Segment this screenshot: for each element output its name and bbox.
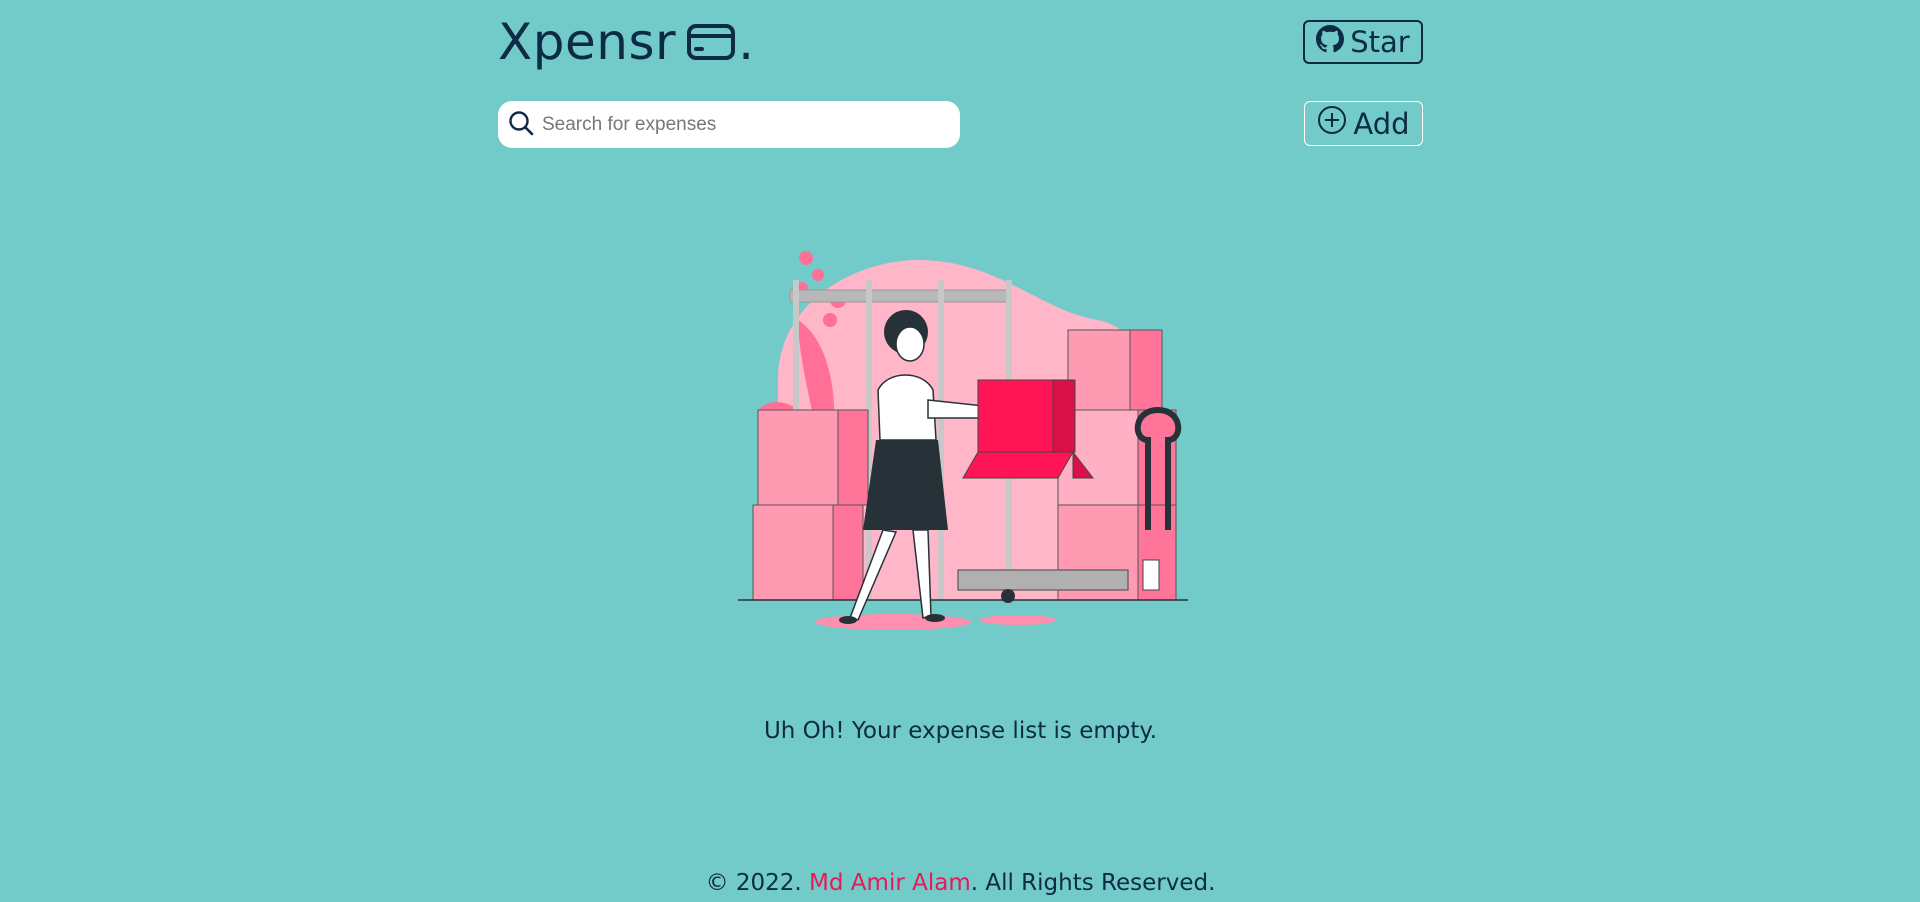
github-star-button[interactable]: Star bbox=[1303, 20, 1423, 64]
empty-state-message: Uh Oh! Your expense list is empty. bbox=[763, 718, 1158, 744]
footer-prefix: © 2022. bbox=[705, 870, 810, 896]
plus-circle-icon bbox=[1317, 105, 1347, 142]
search-icon bbox=[508, 110, 534, 140]
star-label: Star bbox=[1350, 25, 1410, 59]
author-link[interactable]: Md Amir Alam bbox=[809, 870, 971, 896]
logo-dot: . bbox=[738, 13, 755, 71]
app-logo: Xpensr . bbox=[498, 12, 754, 72]
logo-text: Xpensr bbox=[498, 13, 677, 71]
search-bar[interactable] bbox=[498, 101, 960, 148]
app-container: Xpensr . Star Search for expenses Add Uh… bbox=[498, 0, 1423, 902]
woman-carrying-box-illustration bbox=[738, 240, 1198, 640]
add-label: Add bbox=[1353, 106, 1410, 141]
credit-card-icon bbox=[686, 23, 736, 61]
github-icon bbox=[1316, 24, 1345, 60]
footer-suffix: . All Rights Reserved. bbox=[970, 870, 1216, 896]
search-input[interactable] bbox=[542, 113, 942, 136]
footer: © 2022. Md Amir Alam. All Rights Reserve… bbox=[498, 870, 1423, 896]
add-expense-button[interactable]: Add bbox=[1304, 101, 1423, 146]
